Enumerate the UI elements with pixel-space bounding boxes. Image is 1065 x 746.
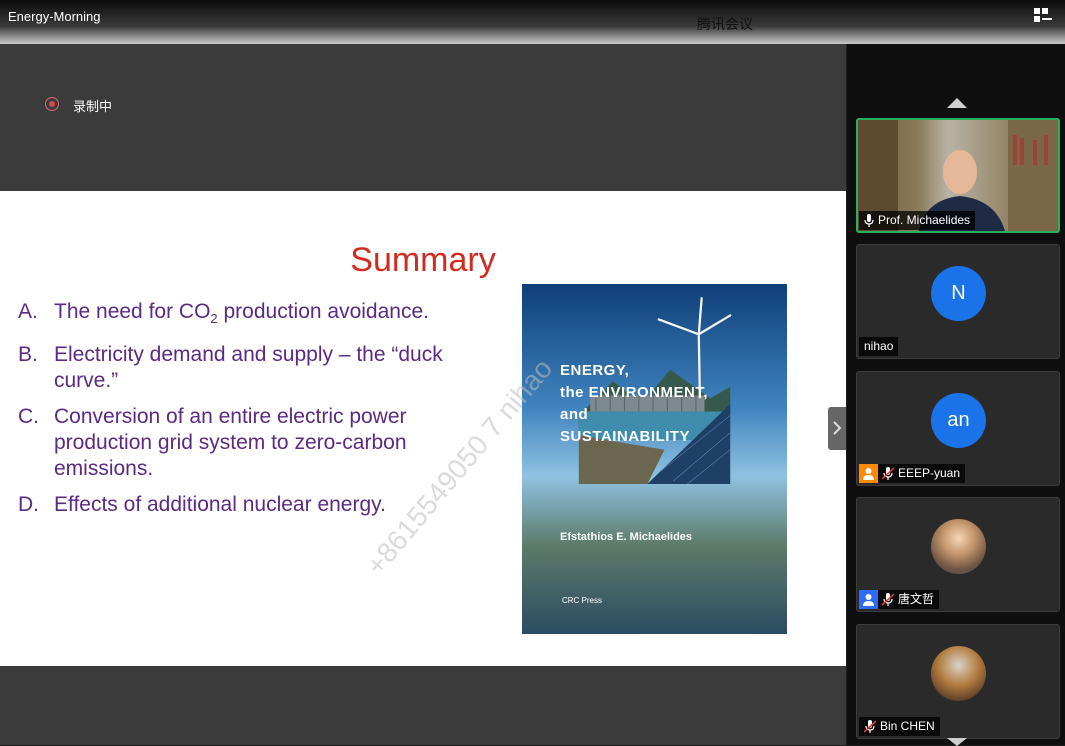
item-letter: A.	[18, 300, 38, 323]
participant-name: 唐文哲	[898, 592, 935, 606]
item-subscript: 2	[210, 311, 218, 327]
participant-name: Bin CHEN	[880, 719, 935, 733]
item-letter: B.	[18, 343, 38, 367]
app-name: 腾讯会议	[697, 16, 753, 32]
mic-muted-icon	[864, 720, 876, 733]
recording-label: 录制中	[73, 99, 113, 114]
participant-avatar: N	[931, 266, 986, 321]
item-text: Effects of additional nuclear energy.	[54, 493, 386, 517]
slide-title: Summary	[350, 241, 496, 279]
participant-name-tag: Bin CHEN	[859, 717, 940, 736]
collapse-panel-button[interactable]	[828, 407, 846, 450]
participant-name-tag: 唐文哲	[859, 590, 940, 609]
item-letter: C.	[18, 405, 39, 429]
chevron-right-icon	[833, 421, 842, 435]
participant-name: nihao	[864, 339, 894, 353]
scroll-up-icon[interactable]	[947, 98, 967, 108]
title-bar: Energy-Morning 腾讯会议	[0, 0, 1065, 44]
item-text: Conversion of an entire electric power p…	[54, 405, 407, 481]
participant-name: EEEP-yuan	[898, 466, 961, 480]
participant-avatar	[931, 646, 986, 701]
item-letter: D.	[18, 493, 39, 517]
window-title: Energy-Morning	[8, 9, 101, 24]
summary-list: A. The need for CO2 production avoidance.…	[18, 299, 498, 528]
list-item: C. Conversion of an entire electric power…	[18, 404, 498, 482]
participant-tile[interactable]: N nihao	[856, 244, 1060, 359]
participants-panel: Prof. Michaelides N nihao an EEEP-yuan 唐…	[847, 44, 1065, 746]
mic-muted-icon	[882, 593, 894, 606]
participant-tile[interactable]: Bin CHEN	[856, 624, 1060, 739]
participant-name-tag: nihao	[859, 337, 899, 356]
participant-name-tag: Prof. Michaelides	[859, 211, 976, 230]
host-icon	[859, 464, 878, 483]
microphone-icon	[864, 214, 874, 227]
layout-switch-icon[interactable]	[1034, 8, 1054, 24]
mic-muted-icon	[882, 467, 894, 480]
list-item: B. Electricity demand and supply – the “d…	[18, 342, 498, 394]
book-publisher: CRC Press	[562, 596, 603, 605]
item-text-end: production avoidance.	[217, 300, 429, 323]
item-text: The need for CO	[54, 300, 211, 323]
participant-tile[interactable]: an EEEP-yuan	[856, 371, 1060, 486]
participant-tile[interactable]: 唐文哲	[856, 497, 1060, 612]
book-author: Efstathios E. Michaelides	[560, 531, 693, 543]
cohost-icon	[859, 590, 878, 609]
book-cover-image: ENERGY, the ENVIRONMENT, and SUSTAINABIL…	[522, 284, 787, 634]
participant-name: Prof. Michaelides	[878, 213, 971, 227]
participant-avatar: an	[931, 393, 986, 448]
participant-name-tag: EEEP-yuan	[859, 464, 966, 483]
list-item: A. The need for CO2 production avoidance.	[18, 299, 498, 332]
item-text: Electricity demand and supply – the “duc…	[54, 343, 443, 393]
book-title: ENERGY, the ENVIRONMENT, and SUSTAINABIL…	[560, 362, 709, 445]
list-item: D. Effects of additional nuclear energy.	[18, 492, 498, 518]
participant-avatar	[931, 519, 986, 574]
participant-tile[interactable]: Prof. Michaelides	[856, 118, 1060, 233]
presentation-slide: Summary A. The need for CO2 production av…	[0, 191, 846, 666]
record-icon	[45, 97, 59, 111]
